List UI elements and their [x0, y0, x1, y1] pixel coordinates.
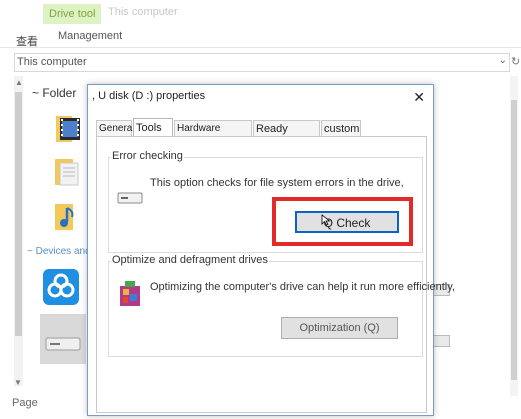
status-bar-label: Page — [12, 397, 38, 409]
scroll-up-icon[interactable]: ▲ — [15, 78, 23, 87]
optimize-description: Optimizing the computer's drive can help… — [150, 281, 455, 293]
chevron-down-icon[interactable]: ⌄ — [499, 55, 507, 66]
tab-management[interactable]: Management — [58, 30, 122, 42]
mouse-cursor-icon — [321, 214, 331, 226]
folders-heading[interactable]: ~ Folder — [32, 86, 76, 100]
drive-icon — [45, 337, 81, 351]
close-icon[interactable]: ✕ — [413, 89, 425, 106]
properties-dialog: , U disk (D :) properties ✕ General Tool… — [87, 84, 455, 416]
optimize-group: Optimize and defragment drives Optimizin… — [108, 254, 455, 357]
drive-usage-bar — [432, 335, 450, 347]
videos-folder-icon[interactable] — [50, 112, 84, 146]
error-checking-heading: Error checking — [111, 150, 184, 162]
refresh-icon[interactable]: ↻ — [511, 55, 520, 68]
tab-tools[interactable]: Tools — [133, 118, 173, 136]
address-text: This computer — [17, 56, 87, 68]
ribbon-divider — [0, 47, 521, 48]
cloud-drive-icon[interactable] — [42, 268, 80, 306]
content-scrollbar[interactable] — [510, 76, 518, 396]
defragment-icon — [120, 281, 140, 306]
devices-heading[interactable]: ~ Devices and — [27, 246, 91, 257]
tab-this-computer[interactable]: This computer — [108, 6, 178, 18]
scroll-down-icon[interactable]: ▼ — [14, 378, 22, 387]
scroll-thumb[interactable] — [15, 92, 22, 336]
dialog-tab-strip: General Tools Hardware sharing Ready Boo… — [96, 118, 426, 151]
highlight-annotation-box — [272, 197, 413, 246]
tab-hardware-sharing[interactable]: Hardware sharing — [174, 120, 252, 150]
dialog-title: , U disk (D :) properties — [92, 90, 206, 102]
usb-drive-item[interactable] — [40, 314, 86, 364]
optimize-heading: Optimize and defragment drives — [111, 254, 269, 266]
music-folder-icon[interactable] — [50, 200, 84, 234]
tab-drive-tool[interactable]: Drive tool — [43, 4, 102, 24]
error-checking-description: This option checks for file system error… — [150, 177, 404, 189]
scroll-thumb[interactable] — [511, 100, 517, 380]
tab-general[interactable]: General — [96, 120, 135, 136]
tab-custom[interactable]: custom — [321, 120, 361, 136]
optimize-button[interactable]: Optimization (Q) — [281, 317, 398, 339]
nav-scrollbar[interactable]: ▲ — [14, 76, 23, 386]
ribbon-tabs: Drive tool This computer — [0, 0, 521, 26]
tab-ready-boost[interactable]: Ready Boost — [253, 120, 320, 151]
drive-icon — [117, 192, 143, 204]
tools-tab-panel: Error checking This option checks for fi… — [96, 136, 455, 413]
documents-folder-icon[interactable] — [50, 155, 84, 189]
address-bar[interactable]: This computer ⌄ — [14, 53, 510, 72]
